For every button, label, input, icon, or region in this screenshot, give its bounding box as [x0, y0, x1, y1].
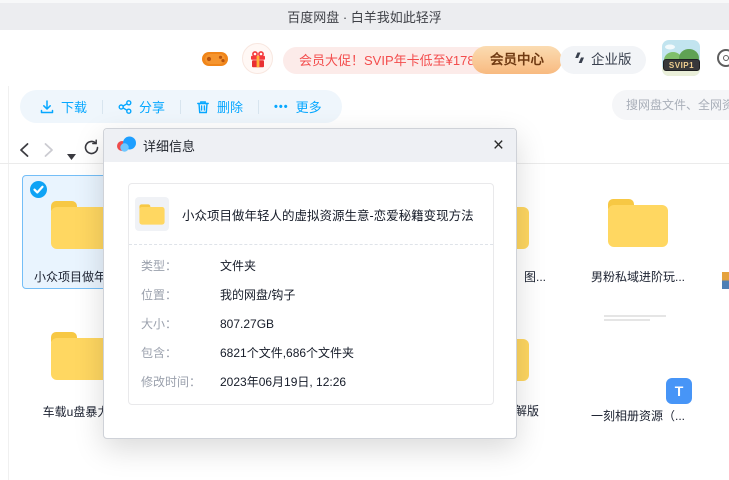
- download-button[interactable]: 下载: [40, 97, 87, 116]
- service-ring-icon[interactable]: [717, 49, 729, 67]
- promo-text: 会员大促！SVIP年卡低至¥178: [299, 53, 475, 68]
- gift-icon[interactable]: [242, 43, 273, 74]
- tile-label: 一刻相册资源（...: [580, 407, 696, 424]
- file-thumb: [135, 197, 169, 231]
- promo-banner[interactable]: 会员大促！SVIP年卡低至¥178: [283, 47, 491, 74]
- gamepad-icon[interactable]: [202, 50, 228, 73]
- enterprise-button[interactable]: 企业版: [560, 46, 646, 74]
- app-window: 百度网盘 · 白羊我如此轻浮 会员大促！SVIP年卡低至¥178: [0, 0, 729, 480]
- more-dots-icon: •••: [274, 101, 289, 113]
- detail-row-modified: 修改时间： 2023年06月19日, 12:26: [141, 367, 493, 396]
- detail-row-location: 位置： 我的网盘/钩子: [141, 280, 493, 309]
- history-dropdown-caret-icon[interactable]: [67, 147, 76, 165]
- selected-check-icon: [30, 181, 47, 203]
- forward-button[interactable]: [43, 142, 55, 163]
- tile-label: 男粉私域进阶玩...: [580, 268, 696, 285]
- back-button[interactable]: [18, 142, 30, 163]
- detail-row-type: 类型： 文件夹: [141, 251, 493, 280]
- enterprise-icon: [574, 46, 585, 74]
- txt-preview-line: [604, 319, 650, 321]
- dialog-title: 详细信息: [143, 136, 195, 155]
- detail-row-contains: 包含： 6821个文件,686个文件夹: [141, 338, 493, 367]
- app-header: 会员大促！SVIP年卡低至¥178 会员中心 企业版 SV: [0, 30, 729, 85]
- left-divider: [8, 86, 9, 480]
- txt-file-badge-icon: T: [666, 378, 692, 404]
- svip-badge: SVIP1: [663, 59, 700, 71]
- trash-icon: [196, 100, 210, 114]
- tile-nanfen-folder[interactable]: 男粉私域进阶玩...: [580, 175, 696, 289]
- share-button[interactable]: 分享: [118, 97, 165, 116]
- tile-label-fragment: 解版: [515, 402, 539, 419]
- tile-label-fragment: 、图...: [512, 268, 546, 285]
- folder-icon: [139, 204, 165, 225]
- member-center-button[interactable]: 会员中心: [472, 46, 562, 74]
- clipped-item-icon: [722, 272, 729, 289]
- close-icon[interactable]: ×: [493, 131, 504, 160]
- details-dialog: 详细信息 × 小众项目做年轻人的虚拟资源生意-恋爱秘籍变现方法 类型： 文件夹 …: [103, 128, 517, 439]
- search-input[interactable]: [612, 90, 729, 120]
- refresh-icon[interactable]: [83, 139, 100, 161]
- detail-rows: 类型： 文件夹 位置： 我的网盘/钩子 大小： 807.27GB 包含： 682…: [129, 245, 493, 404]
- dialog-header[interactable]: 详细信息 ×: [104, 129, 516, 162]
- share-icon: [118, 100, 132, 114]
- folder-icon: [607, 198, 669, 253]
- detail-row-size: 大小： 807.27GB: [141, 309, 493, 338]
- delete-button[interactable]: 删除: [196, 97, 243, 116]
- window-titlebar: 百度网盘 · 白羊我如此轻浮: [0, 0, 729, 30]
- file-name: 小众项目做年轻人的虚拟资源生意-恋爱秘籍变现方法: [182, 205, 474, 224]
- tile-yike-txt-file[interactable]: T 一刻相册资源（...: [580, 308, 696, 422]
- file-action-toolbar: 下载 分享 删除 ••• 更多: [20, 90, 342, 123]
- details-panel: 小众项目做年轻人的虚拟资源生意-恋爱秘籍变现方法 类型： 文件夹 位置： 我的网…: [128, 183, 494, 405]
- netdisk-logo-icon: [116, 135, 136, 157]
- file-summary-row: 小众项目做年轻人的虚拟资源生意-恋爱秘籍变现方法: [129, 184, 493, 245]
- window-title: 百度网盘 · 白羊我如此轻浮: [287, 7, 442, 26]
- more-button[interactable]: ••• 更多: [274, 97, 322, 116]
- txt-preview-line: [604, 315, 666, 317]
- download-icon: [40, 100, 54, 114]
